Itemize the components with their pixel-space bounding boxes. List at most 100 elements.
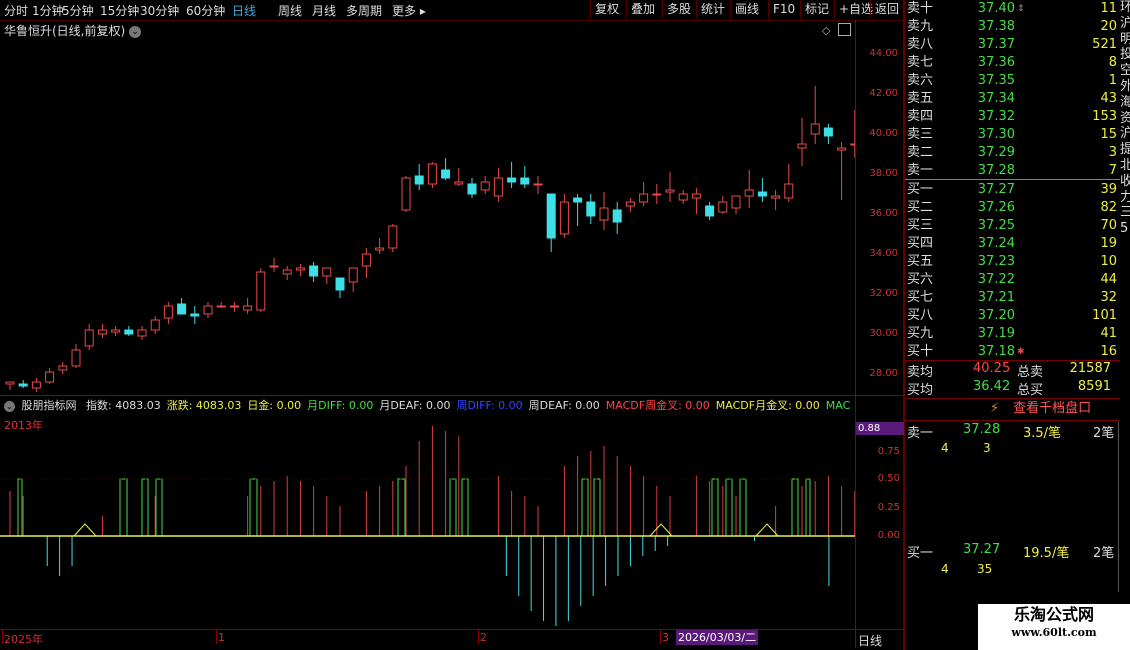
period-tab[interactable]: 日线	[232, 2, 256, 19]
bid-level[interactable]: 买十 37.18 16 ✱	[905, 343, 1125, 361]
candle-body	[256, 271, 266, 311]
period-tab[interactable]: 周线	[278, 2, 302, 19]
indicator-pulse	[449, 478, 457, 536]
period-tab[interactable]: 更多 ▸	[392, 2, 426, 19]
indicator-pulse	[725, 478, 733, 536]
sell1-qty: 4	[941, 441, 949, 455]
strip-char: 外	[1120, 78, 1130, 94]
period-tab[interactable]: 月线	[312, 2, 336, 19]
price-tick: 32.00	[869, 288, 898, 299]
period-tab[interactable]: 60分钟	[186, 2, 225, 19]
scroll-arrow-icon[interactable]: ⇕	[1017, 0, 1025, 18]
candle-body	[124, 329, 134, 335]
buy1-count: 2笔	[1093, 546, 1115, 561]
total-sell-value: 21587	[1069, 361, 1111, 376]
news-strip[interactable]: 环沪明投空外海资沪提北收力三5	[1120, 0, 1130, 395]
candle-body	[757, 191, 767, 197]
view-depth-button[interactable]: ⚡ 查看千档盘口	[990, 400, 1120, 418]
ask-level[interactable]: 卖六 37.35 1	[905, 72, 1125, 90]
bid-level[interactable]: 买九 37.19 41	[905, 325, 1125, 343]
bid-level[interactable]: 买七 37.21 32	[905, 289, 1125, 307]
toolbar-button[interactable]: F10	[768, 0, 799, 19]
period-tab[interactable]: 30分钟	[140, 2, 179, 19]
candle-body	[216, 305, 226, 308]
ask-level[interactable]: 卖三 37.30 15	[905, 126, 1125, 144]
level-price: 37.22	[977, 272, 1015, 287]
level-price: 37.30	[977, 127, 1015, 142]
candle-body	[573, 197, 583, 203]
level-price: 37.35	[977, 73, 1015, 88]
strip-char: 明	[1120, 31, 1130, 47]
chevron-down-icon[interactable]: ⌄	[4, 400, 15, 412]
bid-level[interactable]: 买二 37.26 82	[905, 199, 1125, 217]
indicator-field: MAC	[825, 399, 851, 412]
level-label: 买三	[907, 218, 934, 233]
level-label: 卖五	[907, 91, 934, 106]
period-tab[interactable]: 分时	[4, 2, 28, 19]
ask-level[interactable]: 卖七 37.36 8	[905, 54, 1125, 72]
period-tab[interactable]: 15分钟	[100, 2, 139, 19]
price-tick: 42.00	[869, 88, 898, 99]
candlestick-chart[interactable]	[0, 34, 855, 394]
toolbar-button[interactable]: 多股	[662, 0, 695, 19]
ask-level[interactable]: 卖五 37.34 43	[905, 90, 1125, 108]
ask-level[interactable]: 卖九 37.38 20	[905, 18, 1125, 36]
period-tab[interactable]: 多周期	[346, 2, 382, 19]
candle-body	[467, 183, 477, 195]
toolbar-button[interactable]: 复权	[590, 0, 623, 19]
level-price: 37.34	[977, 91, 1015, 106]
buy1-price: 37.27	[963, 542, 1001, 557]
candle-body	[163, 305, 173, 319]
ask-level[interactable]: 卖四 37.32 153	[905, 108, 1125, 126]
candle-body	[784, 183, 794, 199]
indicator-current-value: 0.88	[856, 422, 904, 435]
period-toolbar: 分时 1分钟 5分钟 15分钟 30分钟 60分钟 日线 周线 月线 多周期 更多 ▸ 复权 叠加 多股…	[0, 0, 905, 21]
toolbar-button[interactable]: 画线	[730, 0, 763, 19]
candle-body	[480, 181, 490, 191]
candle-body	[203, 305, 213, 315]
buy1-avg: 19.5/笔	[1023, 546, 1070, 561]
indicator-tick: 0.25	[877, 502, 900, 513]
level-price: 37.18	[977, 344, 1015, 359]
level-volume: 32	[1100, 290, 1117, 305]
bid-level[interactable]: 买八 37.20 101	[905, 307, 1125, 325]
candle-body	[295, 267, 305, 271]
level-price: 37.21	[977, 290, 1015, 305]
period-tab[interactable]: 5分钟	[62, 2, 94, 19]
indicator-axis: 0.75 0.50 0.25 0.00	[856, 414, 903, 628]
ask-level[interactable]: 卖一 37.28 7	[905, 162, 1125, 180]
indicator-pulse	[249, 478, 258, 536]
time-tick: 1	[218, 631, 225, 644]
candle-body	[823, 127, 833, 137]
buy1-qty: 4	[941, 562, 949, 576]
candle-body	[546, 193, 556, 239]
candle-body	[533, 183, 543, 186]
indicator-pulse	[17, 478, 23, 536]
sell1-price: 37.28	[963, 422, 1001, 437]
bid-level[interactable]: 买四 37.24 19	[905, 235, 1125, 253]
level-volume: 43	[1100, 91, 1117, 106]
level-volume: 19	[1100, 236, 1117, 251]
toolbar-button[interactable]: 叠加	[626, 0, 659, 19]
strip-char: 三	[1120, 205, 1130, 221]
ask-level[interactable]: 卖十 37.40 11 ⇕	[905, 0, 1125, 18]
bid-level[interactable]: 买六 37.22 44	[905, 271, 1125, 289]
indicator-triangle	[649, 523, 673, 537]
indicator-chart[interactable]	[0, 414, 855, 628]
bid-level[interactable]: 买一 37.27 39	[905, 181, 1125, 199]
ask-level[interactable]: 卖二 37.29 3	[905, 144, 1125, 162]
star-icon: ✱	[1017, 347, 1025, 357]
period-tab[interactable]: 1分钟	[32, 2, 64, 19]
ask-level[interactable]: 卖八 37.37 521	[905, 36, 1125, 54]
indicator-pulse	[119, 478, 128, 536]
level-volume: 44	[1100, 272, 1117, 287]
bid-level[interactable]: 买三 37.25 70	[905, 217, 1125, 235]
toolbar-button[interactable]: 标记	[800, 0, 833, 19]
level-price: 37.38	[977, 19, 1015, 34]
sell-avg-row: 卖均 40.25 总卖 21587	[907, 361, 1119, 380]
indicator-pulse	[397, 478, 406, 536]
bid-level[interactable]: 买五 37.23 10	[905, 253, 1125, 271]
level-price: 37.32	[977, 109, 1015, 124]
price-tick: 28.00	[869, 368, 898, 379]
toolbar-button[interactable]: 统计	[696, 0, 729, 19]
